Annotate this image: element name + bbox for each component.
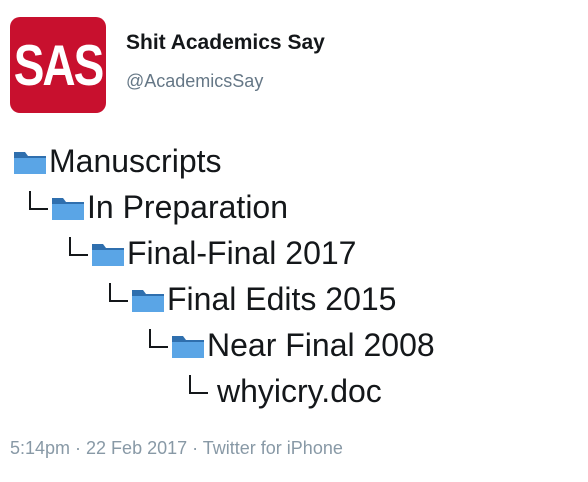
folder-icon xyxy=(14,152,46,174)
display-name[interactable]: Shit Academics Say xyxy=(126,31,325,55)
tree-branch-connector xyxy=(184,369,210,413)
tree-item-final-edits-2015: Final Edits 2015 xyxy=(104,277,396,321)
tree-item-label: In Preparation xyxy=(87,188,289,225)
tree-item-label: Final Edits 2015 xyxy=(167,280,397,317)
tweet-timestamp[interactable]: 5:14pm · 22 Feb 2017 · Twitter for iPhon… xyxy=(10,438,343,459)
tree-item-whyicry-doc: whyicry.doc xyxy=(184,369,382,413)
avatar[interactable]: SAS xyxy=(10,17,106,113)
tree-item-manuscripts: Manuscripts xyxy=(12,139,222,183)
folder-icon xyxy=(172,336,204,358)
tree-item-label: Near Final 2008 xyxy=(207,326,435,363)
tree-item-label: whyicry.doc xyxy=(217,372,382,409)
tree-item-final-final-2017: Final-Final 2017 xyxy=(64,231,356,275)
tree-branch-connector xyxy=(24,185,50,229)
tree-item-near-final-2008: Near Final 2008 xyxy=(144,323,435,367)
folder-icon xyxy=(92,244,124,266)
folder-icon xyxy=(52,198,84,220)
tree-branch-connector xyxy=(104,277,130,321)
user-handle[interactable]: @AcademicsSay xyxy=(126,71,263,92)
folder-icon xyxy=(132,290,164,312)
avatar-logo-text: SAS xyxy=(13,32,105,98)
tree-item-label: Final-Final 2017 xyxy=(127,234,357,271)
tree-branch-connector xyxy=(144,323,170,367)
tree-branch-connector xyxy=(64,231,90,275)
tree-item-in-preparation: In Preparation xyxy=(24,185,288,229)
tree-item-label: Manuscripts xyxy=(49,142,222,179)
